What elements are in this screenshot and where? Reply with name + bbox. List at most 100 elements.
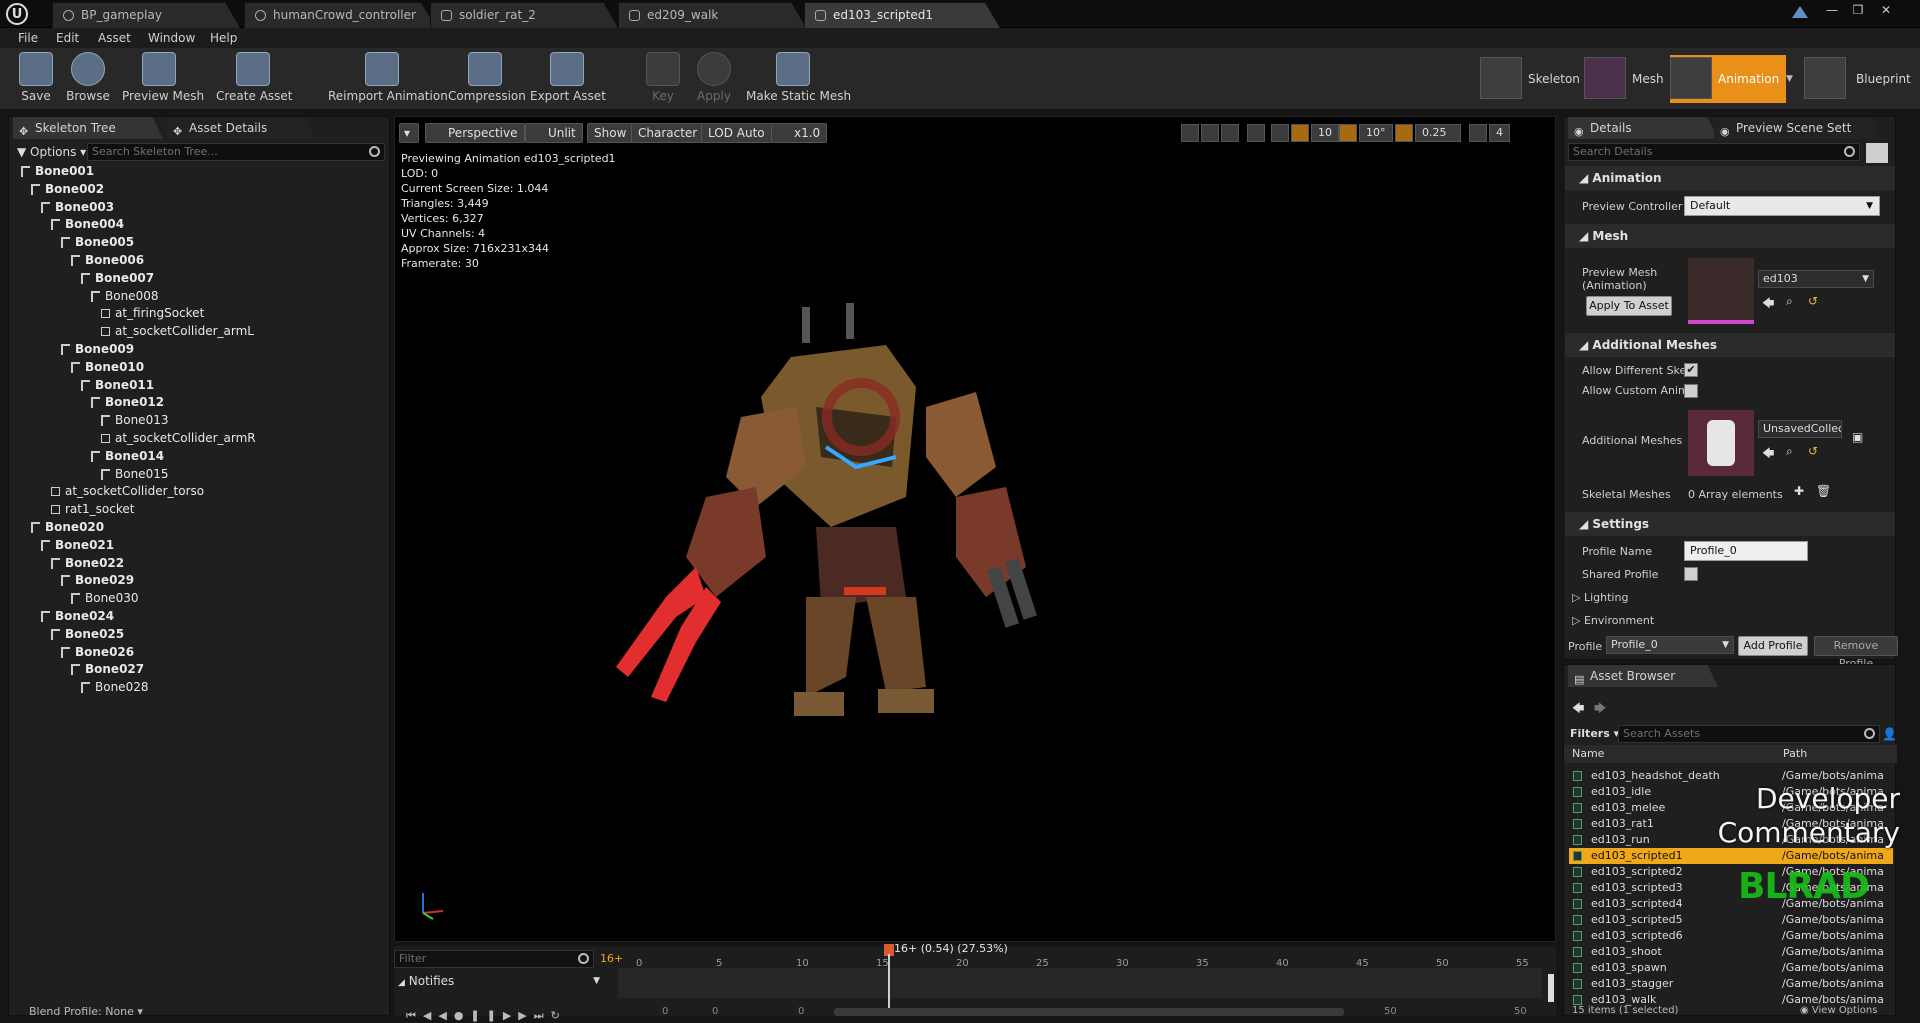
forward-arrow-icon[interactable]: 🡆 <box>1594 699 1606 720</box>
asset-search-input[interactable]: Search Assets <box>1618 725 1880 743</box>
maximize-button[interactable]: ❐ <box>1848 3 1868 17</box>
menu-file[interactable]: File <box>18 29 38 47</box>
skeleton-bone-row[interactable]: Bone024 <box>41 608 114 625</box>
skeleton-socket-row[interactable]: at_socketCollider_torso <box>51 483 204 500</box>
asset-row[interactable]: ed103_scripted6/Game/bots/anima <box>1569 928 1893 944</box>
mode-animation[interactable]: Animation <box>1670 55 1786 103</box>
close-button[interactable]: ✕ <box>1876 3 1896 17</box>
lighting-section[interactable]: ▷ Lighting <box>1572 591 1628 604</box>
skeleton-bone-row[interactable]: Bone021 <box>41 537 114 554</box>
add-profile-button[interactable]: Add Profile <box>1738 636 1808 656</box>
tab-ed103-scripted1[interactable]: ed103_scripted1 <box>804 2 1000 28</box>
asset-row[interactable]: ed103_walk/Game/bots/anima <box>1569 992 1893 1008</box>
column-name[interactable]: Name <box>1572 745 1604 763</box>
allow-different-skeleton-checkbox[interactable]: ✔ <box>1684 363 1698 377</box>
scale-snap-icon[interactable] <box>1395 124 1413 142</box>
preview-mesh-button[interactable]: Preview Mesh <box>122 52 204 108</box>
surface-snap-icon[interactable] <box>1271 124 1289 142</box>
export-asset-button[interactable]: Export Asset <box>530 52 606 108</box>
asset-row[interactable]: ed103_scripted5/Game/bots/anima <box>1569 912 1893 928</box>
tab-details[interactable]: ◉ Details <box>1568 117 1718 139</box>
timeline-scrollbar[interactable] <box>1548 974 1554 1002</box>
skeleton-bone-row[interactable]: Bone022 <box>51 555 124 572</box>
make-static-mesh-button[interactable]: Make Static Mesh <box>746 52 851 108</box>
reset-icon[interactable]: ↺ <box>1808 444 1818 458</box>
rotation-snap-value[interactable]: 10° <box>1359 124 1393 142</box>
preview-controller-dropdown[interactable]: Default ▼ <box>1684 196 1880 216</box>
tab-preview-scene-settings[interactable]: ◉ Preview Scene Sett <box>1714 117 1882 139</box>
mode-mesh[interactable]: Mesh <box>1584 55 1670 103</box>
minimize-button[interactable]: — <box>1822 3 1842 17</box>
profile-dropdown[interactable]: Profile_0 ▼ <box>1606 636 1734 654</box>
character-button[interactable]: Character <box>631 123 705 143</box>
menu-window[interactable]: Window <box>148 29 195 47</box>
grid-snap-icon[interactable] <box>1291 124 1309 142</box>
filters-dropdown[interactable]: Filters ▾ <box>1570 727 1619 740</box>
save-collection-icon[interactable]: ▣ <box>1852 430 1863 444</box>
camera-speed-icon[interactable] <box>1469 124 1487 142</box>
skeleton-bone-row[interactable]: Bone009 <box>61 341 134 358</box>
create-asset-button[interactable]: Create Asset <box>216 52 293 108</box>
preview-mesh-dropdown[interactable]: ed103 ▼ <box>1758 270 1874 288</box>
skeleton-bone-row[interactable]: Bone001 <box>21 163 94 180</box>
tab-humancrowd-controller[interactable]: humanCrowd_controller <box>244 2 436 28</box>
back-arrow-icon[interactable]: 🡄 <box>1572 699 1584 720</box>
blend-profile-dropdown[interactable]: Blend Profile: None ▾ <box>29 1005 143 1018</box>
notifies-track[interactable]: ◢ Notifies ▼ <box>398 972 608 990</box>
skeleton-bone-row[interactable]: Bone027 <box>71 661 144 678</box>
details-search-input[interactable]: Search Details <box>1568 143 1860 161</box>
scale-icon[interactable] <box>1221 124 1239 142</box>
skeleton-bone-row[interactable]: Bone025 <box>51 626 124 643</box>
rotate-icon[interactable] <box>1201 124 1219 142</box>
remove-profile-button[interactable]: Remove Profile <box>1814 636 1898 670</box>
mode-skeleton[interactable]: Skeleton <box>1480 55 1580 103</box>
reimport-animation-button[interactable]: Reimport Animation <box>328 52 448 108</box>
menu-asset[interactable]: Asset <box>98 29 131 47</box>
tab-asset-details[interactable]: ✥ Asset Details <box>167 117 315 139</box>
section-settings[interactable]: ◢ Settings <box>1565 512 1895 536</box>
notification-icon[interactable] <box>1792 6 1808 18</box>
asset-row[interactable]: ed103_stagger/Game/bots/anima <box>1569 976 1893 992</box>
skeleton-socket-row[interactable]: at_socketCollider_armR <box>101 430 256 447</box>
unlit-button[interactable]: Unlit <box>525 123 583 143</box>
transport-controls[interactable]: ⏮◀◀●❚❚▶▶⏭↻ <box>394 1004 614 1022</box>
tab-asset-browser[interactable]: ▤ Asset Browser <box>1568 665 1718 687</box>
options-dropdown[interactable]: ▼ Options ▾ <box>17 145 86 159</box>
additional-meshes-dropdown[interactable]: UnsavedCollec <box>1758 420 1842 438</box>
allow-custom-anim-checkbox[interactable] <box>1684 384 1698 398</box>
compression-button[interactable]: Compression <box>448 52 526 108</box>
skeleton-bone-row[interactable]: Bone004 <box>51 216 124 233</box>
skeleton-socket-row[interactable]: at_socketCollider_armL <box>101 323 254 340</box>
browse-button[interactable]: Browse <box>66 52 110 108</box>
key-button[interactable]: Key <box>646 52 680 108</box>
skeleton-bone-row[interactable]: Bone020 <box>31 519 104 536</box>
unreal-logo-icon[interactable]: U <box>6 3 28 25</box>
scale-snap-value[interactable]: 0.25 <box>1415 124 1461 142</box>
column-path[interactable]: Path <box>1783 745 1807 763</box>
grid-snap-value[interactable]: 10 <box>1311 124 1339 142</box>
skeleton-bone-row[interactable]: Bone011 <box>81 377 154 394</box>
shared-profile-checkbox[interactable] <box>1684 567 1698 581</box>
section-animation[interactable]: ◢ Animation <box>1565 166 1895 190</box>
mode-blueprint[interactable]: Blueprint <box>1804 55 1914 103</box>
add-element-icon[interactable]: ✚ <box>1794 484 1804 498</box>
skeleton-bone-row[interactable]: Bone003 <box>41 199 114 216</box>
additional-meshes-thumbnail[interactable] <box>1688 410 1754 476</box>
section-mesh[interactable]: ◢ Mesh <box>1565 224 1895 248</box>
profile-name-input[interactable]: Profile_0 <box>1684 541 1808 561</box>
delete-element-icon[interactable]: 🗑 <box>1816 484 1831 498</box>
asset-row[interactable]: ed103_scripted1/Game/bots/anima <box>1569 848 1893 864</box>
tab-soldier-rat-2[interactable]: soldier_rat_2 <box>430 2 618 28</box>
range-slider[interactable] <box>834 1008 1344 1016</box>
skeleton-bone-row[interactable]: Bone015 <box>101 466 168 483</box>
asset-row[interactable]: ed103_shoot/Game/bots/anima <box>1569 944 1893 960</box>
translate-icon[interactable] <box>1181 124 1199 142</box>
skeleton-bone-row[interactable]: Bone012 <box>91 394 164 411</box>
browse-icon[interactable]: ⌕ <box>1786 444 1793 459</box>
skeleton-socket-row[interactable]: at_firingSocket <box>101 305 204 322</box>
skeleton-bone-row[interactable]: Bone006 <box>71 252 144 269</box>
skeleton-bone-row[interactable]: Bone008 <box>91 288 158 305</box>
skeleton-bone-row[interactable]: Bone029 <box>61 572 134 589</box>
skeleton-bone-row[interactable]: Bone002 <box>31 181 104 198</box>
perspective-button[interactable]: Perspective <box>425 123 525 143</box>
